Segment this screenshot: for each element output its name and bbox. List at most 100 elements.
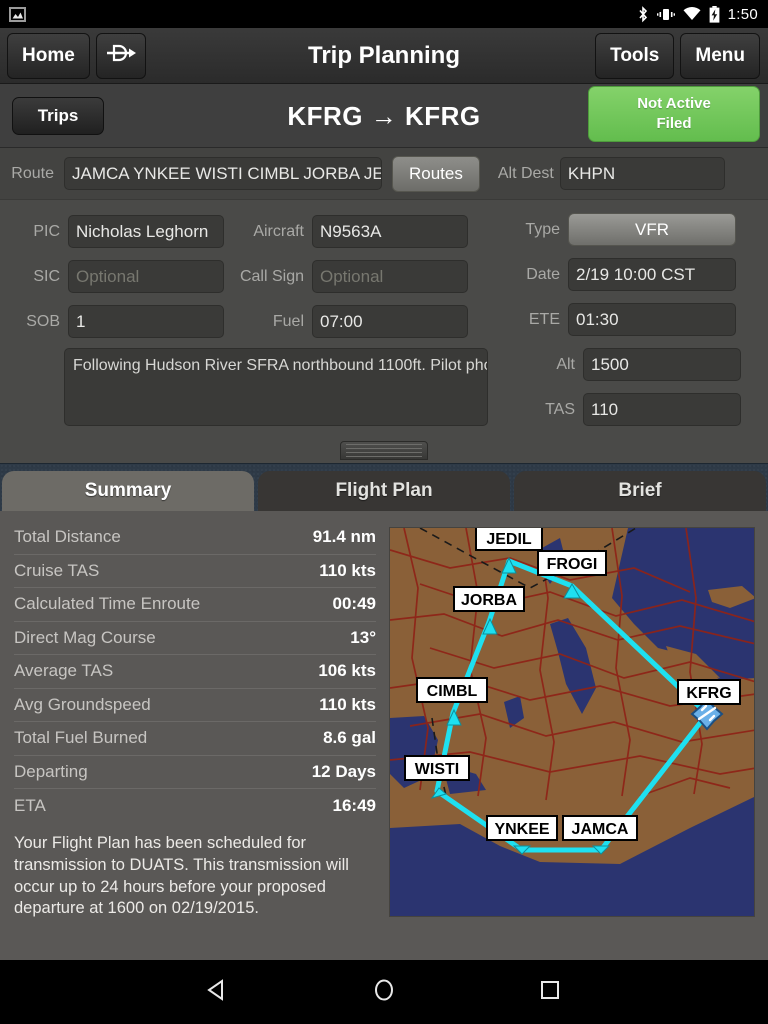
map-label-kfrg: KFRG [677, 679, 741, 705]
remarks-input[interactable]: Following Hudson River SFRA northbound 1… [64, 348, 488, 426]
row-key: Direct Mag Course [14, 627, 156, 647]
alt-dest-input[interactable]: KHPN [559, 157, 725, 190]
table-row: Avg Groundspeed 110 kts [14, 689, 376, 722]
tas-label: TAS [545, 400, 575, 418]
row-value: 12 Days [311, 761, 376, 781]
status-notifications [0, 6, 26, 22]
summary-table: Total Distance 91.4 nm Cruise TAS 110 kt… [14, 521, 376, 823]
status-badge-line1: Not Active [637, 94, 711, 112]
pic-row: PIC Nicholas Leghorn Aircraft N9563A [0, 215, 468, 248]
row-value: 110 kts [319, 560, 376, 580]
row-key: Average TAS [14, 661, 114, 681]
tab-flight-plan[interactable]: Flight Plan [258, 471, 510, 511]
svg-text:YNKEE: YNKEE [494, 821, 549, 838]
row-value: 8.6 gal [323, 728, 376, 748]
sob-label: SOB [26, 312, 60, 330]
recents-square-icon[interactable] [537, 977, 563, 1008]
panel-resize-handle[interactable] [340, 441, 428, 460]
sob-input[interactable]: 1 [68, 305, 224, 338]
callsign-input[interactable]: Optional [312, 260, 468, 293]
map-label-wisti: WISTI [404, 755, 470, 781]
tools-button[interactable]: Tools [595, 32, 675, 79]
sic-label: SIC [33, 267, 60, 285]
tablet-screen: 1:50 Home Trip Planning Tools Menu Trips… [0, 0, 768, 1024]
status-badge-line2: Filed [656, 115, 692, 132]
sic-input[interactable]: Optional [68, 260, 224, 293]
type-button[interactable]: VFR [568, 213, 736, 246]
date-label: Date [526, 265, 560, 283]
row-key: Cruise TAS [14, 560, 100, 580]
aircraft-input[interactable]: N9563A [312, 215, 468, 248]
svg-text:JAMCA: JAMCA [572, 821, 629, 838]
battery-charging-icon [709, 5, 720, 23]
status-system-icons: 1:50 [637, 5, 768, 23]
row-value: 16:49 [332, 795, 376, 815]
alt-input[interactable]: 1500 [583, 348, 741, 381]
wifi-icon [683, 7, 701, 21]
alt-row: Alt 1500 [520, 348, 741, 381]
row-key: Total Fuel Burned [14, 728, 148, 748]
home-button[interactable]: Home [7, 32, 90, 79]
row-value: 91.4 nm [312, 527, 376, 547]
tab-summary[interactable]: Summary [2, 471, 254, 511]
sic-row: SIC Optional Call Sign Optional [0, 260, 468, 293]
row-value: 13° [350, 627, 376, 647]
menu-button[interactable]: Menu [680, 32, 760, 79]
map-label-jamca: JAMCA [562, 815, 638, 841]
svg-text:KFRG: KFRG [686, 685, 731, 702]
tab-brief[interactable]: Brief [514, 471, 766, 511]
svg-text:JORBA: JORBA [461, 592, 517, 609]
status-clock: 1:50 [727, 5, 758, 23]
ete-input[interactable]: 01:30 [568, 303, 736, 336]
table-row: Total Fuel Burned 8.6 gal [14, 722, 376, 756]
map-label-ynkee: YNKEE [486, 815, 558, 841]
routes-button[interactable]: Routes [392, 155, 480, 192]
map-label-jorba: JORBA [453, 586, 525, 612]
svg-text:WISTI: WISTI [415, 761, 459, 778]
date-row: Date 2/19 10:00 CST [505, 258, 736, 291]
fuel-label: Fuel [272, 312, 304, 330]
trip-form: Route JAMCA YNKEE WISTI CIMBL JORBA JEDI… [0, 148, 768, 463]
trip-header: Trips KFRG → KFRG Not Active Filed [0, 84, 768, 148]
direct-to-icon [105, 43, 137, 69]
row-key: Departing [14, 761, 88, 781]
route-input[interactable]: JAMCA YNKEE WISTI CIMBL JORBA JEDIL [64, 157, 382, 190]
android-status-bar: 1:50 [0, 0, 768, 28]
pic-label: PIC [33, 222, 60, 240]
alt-label: Alt [556, 355, 575, 373]
back-triangle-icon[interactable] [205, 977, 231, 1008]
date-input[interactable]: 2/19 10:00 CST [568, 258, 736, 291]
direct-to-button[interactable] [95, 32, 146, 79]
row-key: Total Distance [14, 527, 121, 547]
row-value: 00:49 [332, 594, 376, 614]
home-circle-icon[interactable] [371, 977, 397, 1008]
table-row: Total Distance 91.4 nm [14, 521, 376, 555]
fuel-input[interactable]: 07:00 [312, 305, 468, 338]
type-label: Type [525, 220, 560, 238]
map-label-frogi: FROGI [537, 550, 607, 576]
row-key: Avg Groundspeed [14, 694, 151, 714]
svg-text:FROGI: FROGI [547, 556, 598, 573]
aircraft-label: Aircraft [253, 222, 304, 240]
section-tabs: Summary Flight Plan Brief [0, 463, 768, 511]
row-value: 106 kts [318, 661, 376, 681]
ete-row: ETE 01:30 [505, 303, 736, 336]
pic-input[interactable]: Nicholas Leghorn [68, 215, 224, 248]
table-row: Departing 12 Days [14, 756, 376, 789]
table-row: Cruise TAS 110 kts [14, 555, 376, 588]
tas-input[interactable]: 110 [583, 393, 741, 426]
table-row: Direct Mag Course 13° [14, 622, 376, 655]
row-key: ETA [14, 795, 46, 815]
alt-dest-label: Alt Dest [497, 164, 554, 182]
status-badge[interactable]: Not Active Filed [588, 86, 760, 142]
map-label-cimbl: CIMBL [416, 677, 488, 703]
type-row: Type VFR [505, 213, 736, 246]
android-nav-bar [0, 960, 768, 1024]
bluetooth-icon [637, 5, 649, 23]
route-row: Route JAMCA YNKEE WISTI CIMBL JORBA JEDI… [0, 148, 768, 200]
screenshot-icon [9, 6, 26, 22]
callsign-label: Call Sign [239, 267, 304, 285]
route-map[interactable]: JEDIL FROGI JORBA CIMBL WISTI YNKEE JAMC… [389, 527, 755, 917]
svg-text:JEDIL: JEDIL [486, 531, 532, 548]
row-key: Calculated Time Enroute [14, 594, 201, 614]
